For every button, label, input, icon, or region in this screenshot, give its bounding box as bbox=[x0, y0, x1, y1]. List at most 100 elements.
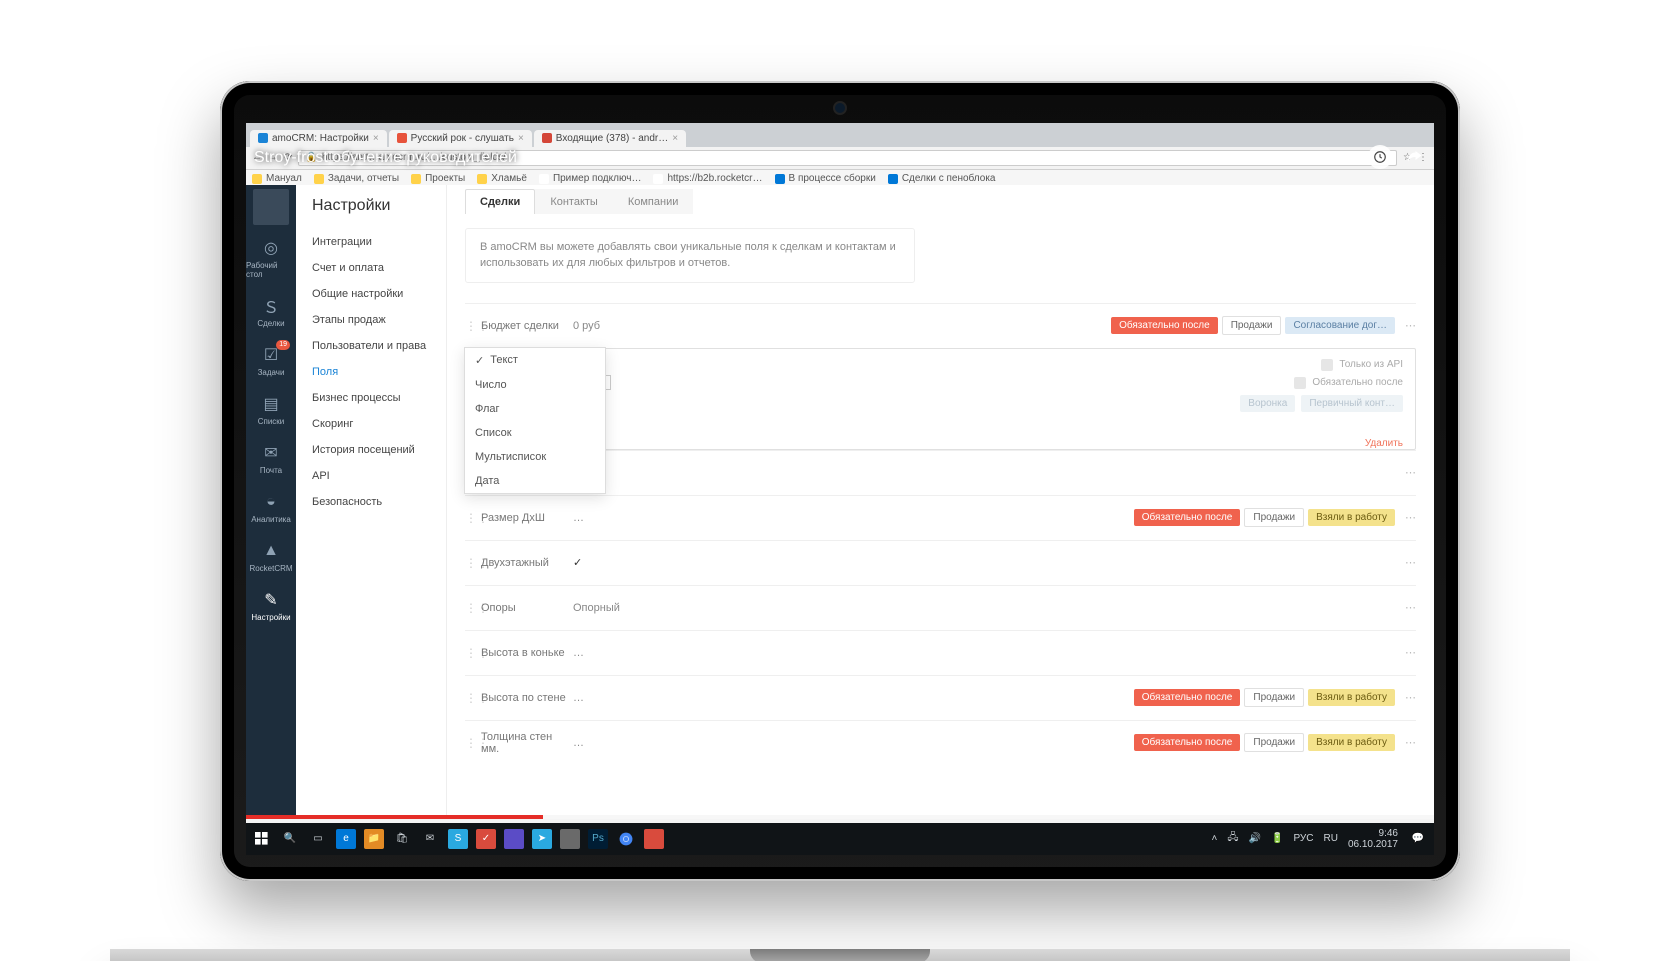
drag-handle-icon[interactable]: ⋮⋮ bbox=[465, 736, 481, 750]
edge-icon[interactable]: e bbox=[336, 829, 356, 849]
chip-funnel[interactable]: Продажи bbox=[1222, 316, 1282, 335]
browser-tab[interactable]: amoCRM: Настройки× bbox=[250, 130, 387, 147]
drag-handle-icon[interactable]: ⋮⋮ bbox=[465, 691, 481, 705]
chip-stage[interactable]: Взяли в работу bbox=[1308, 509, 1395, 526]
sidebar-item-billing[interactable]: Счет и оплата bbox=[296, 255, 446, 281]
toggle-api-only[interactable]: Только из API bbox=[1321, 359, 1403, 371]
share-button[interactable] bbox=[1402, 145, 1426, 169]
watch-later-button[interactable] bbox=[1368, 145, 1392, 169]
tab-contacts[interactable]: Контакты bbox=[535, 189, 613, 214]
field-row-editing[interactable]: ✓Текст Число Флаг Список Мультисписок Да… bbox=[465, 348, 1416, 450]
skype-icon[interactable]: S bbox=[448, 829, 468, 849]
drag-handle-icon[interactable]: ⋮⋮ bbox=[465, 319, 481, 333]
bookmark[interactable]: В процессе сборки bbox=[775, 173, 876, 184]
more-icon[interactable]: ⋯ bbox=[1405, 736, 1416, 749]
nav-item-tasks[interactable]: ☑Задачи19 bbox=[246, 336, 296, 385]
sidebar-item-users[interactable]: Пользователи и права bbox=[296, 333, 446, 359]
account-avatar[interactable] bbox=[253, 189, 289, 225]
more-icon[interactable]: ⋯ bbox=[1405, 556, 1416, 569]
nav-item-analytics[interactable]: ◒Аналитика bbox=[246, 483, 296, 532]
photoshop-icon[interactable]: Ps bbox=[588, 829, 608, 849]
bookmark[interactable]: Пример подключ… bbox=[539, 173, 642, 184]
store-icon[interactable]: 🛍 bbox=[392, 829, 412, 849]
field-row[interactable]: ⋮⋮ Толщина стен мм. … Обязательно после … bbox=[465, 720, 1416, 765]
volume-icon[interactable]: 🔊 bbox=[1249, 833, 1261, 844]
close-icon[interactable]: × bbox=[672, 133, 678, 144]
explorer-icon[interactable]: 📁 bbox=[364, 829, 384, 849]
field-row[interactable]: ⋮⋮ Опоры Опорный ⋯ bbox=[465, 585, 1416, 630]
mail-icon[interactable]: ✉ bbox=[420, 829, 440, 849]
more-icon[interactable]: ⋯ bbox=[1405, 646, 1416, 659]
chip-funnel[interactable]: Продажи bbox=[1244, 688, 1304, 707]
app-icon[interactable] bbox=[644, 829, 664, 849]
task-view-icon[interactable]: ▭ bbox=[308, 829, 328, 849]
chip-stage[interactable]: Взяли в работу bbox=[1308, 689, 1395, 706]
field-row[interactable]: ⋮⋮ Размер ДхШ … Обязательно после Продаж… bbox=[465, 495, 1416, 540]
lang-indicator[interactable]: РУС bbox=[1293, 833, 1313, 844]
sidebar-item-security[interactable]: Безопасность bbox=[296, 489, 446, 515]
bookmark[interactable]: Сделки с пеноблока bbox=[888, 173, 996, 184]
sidebar-item-history[interactable]: История посещений bbox=[296, 437, 446, 463]
bookmark[interactable]: https://b2b.rocketcr… bbox=[653, 173, 762, 184]
chip-required[interactable]: Обязательно после bbox=[1134, 689, 1241, 706]
app-icon[interactable] bbox=[560, 829, 580, 849]
dropdown-option[interactable]: ✓Текст bbox=[465, 348, 605, 373]
dropdown-option[interactable]: Список bbox=[465, 421, 605, 445]
field-row[interactable]: ⋮⋮ Высота по стене … Обязательно после П… bbox=[465, 675, 1416, 720]
chip-required[interactable]: Обязательно после bbox=[1134, 734, 1241, 751]
chip-stage[interactable]: Взяли в работу bbox=[1308, 734, 1395, 751]
bookmark[interactable]: Хламьё bbox=[477, 173, 527, 184]
clock[interactable]: 9:46 06.10.2017 bbox=[1348, 828, 1398, 850]
sidebar-item-api[interactable]: API bbox=[296, 463, 446, 489]
more-icon[interactable]: ⋯ bbox=[1405, 466, 1416, 479]
bookmark[interactable]: Проекты bbox=[411, 173, 465, 184]
drag-handle-icon[interactable]: ⋮⋮ bbox=[465, 601, 481, 615]
notification-icon[interactable]: 💬 bbox=[1408, 829, 1428, 849]
chip-required[interactable]: Обязательно после bbox=[1111, 317, 1218, 334]
toggle-required-after[interactable]: Обязательно после bbox=[1294, 377, 1403, 389]
more-icon[interactable]: ⋯ bbox=[1405, 601, 1416, 614]
dropdown-option[interactable]: Дата bbox=[465, 469, 605, 493]
sidebar-item-fields[interactable]: Поля bbox=[296, 359, 446, 385]
close-icon[interactable]: × bbox=[373, 133, 379, 144]
close-icon[interactable]: × bbox=[518, 133, 524, 144]
nav-item-mail[interactable]: ✉Почта bbox=[246, 434, 296, 483]
delete-link[interactable]: Удалить bbox=[1365, 438, 1403, 449]
kb-layout[interactable]: RU bbox=[1323, 833, 1337, 844]
chip-required[interactable]: Обязательно после bbox=[1134, 509, 1241, 526]
drag-handle-icon[interactable]: ⋮⋮ bbox=[465, 646, 481, 660]
sidebar-item-bp[interactable]: Бизнес процессы bbox=[296, 385, 446, 411]
more-icon[interactable]: ⋯ bbox=[1405, 511, 1416, 524]
field-row[interactable]: ⋮⋮ Высота в коньке … ⋯ bbox=[465, 630, 1416, 675]
sidebar-item-general[interactable]: Общие настройки bbox=[296, 281, 446, 307]
todoist-icon[interactable]: ✓ bbox=[476, 829, 496, 849]
dropdown-option[interactable]: Мультисписок bbox=[465, 445, 605, 469]
dropdown-option[interactable]: Число bbox=[465, 373, 605, 397]
chrome-icon[interactable] bbox=[616, 829, 636, 849]
dropdown-option[interactable]: Флаг bbox=[465, 397, 605, 421]
video-progress[interactable] bbox=[246, 815, 1434, 819]
chip-funnel[interactable]: Продажи bbox=[1244, 733, 1304, 752]
nav-item-desktop[interactable]: ◎Рабочий стол bbox=[246, 229, 296, 287]
type-dropdown[interactable]: ✓Текст Число Флаг Список Мультисписок Да… bbox=[464, 347, 606, 494]
nav-item-lists[interactable]: ▤Списки bbox=[246, 385, 296, 434]
sidebar-item-scoring[interactable]: Скоринг bbox=[296, 411, 446, 437]
telegram-icon[interactable]: ➤ bbox=[532, 829, 552, 849]
chip-stage[interactable]: Согласование дог… bbox=[1285, 317, 1395, 334]
tray-chevron-icon[interactable]: ˄ bbox=[1212, 833, 1218, 844]
nav-item-deals[interactable]: ＳСделки bbox=[246, 287, 296, 336]
search-icon[interactable]: 🔍 bbox=[280, 829, 300, 849]
drag-handle-icon[interactable]: ⋮⋮ bbox=[465, 556, 481, 570]
more-icon[interactable]: ⋯ bbox=[1405, 319, 1416, 332]
sidebar-item-integrations[interactable]: Интеграции bbox=[296, 229, 446, 255]
tab-companies[interactable]: Компании bbox=[613, 189, 694, 214]
bookmark[interactable]: Задачи, отчеты bbox=[314, 173, 399, 184]
nav-item-rocketcrm[interactable]: ▲RocketCRM bbox=[246, 532, 296, 581]
drag-handle-icon[interactable]: ⋮⋮ bbox=[465, 511, 481, 525]
network-icon[interactable]: 🖧 bbox=[1227, 830, 1238, 847]
more-icon[interactable]: ⋯ bbox=[1405, 691, 1416, 704]
field-row[interactable]: ⋮⋮ Бюджет сделки 0 руб Обязательно после… bbox=[465, 303, 1416, 348]
browser-tab[interactable]: Входящие (378) - andr…× bbox=[534, 130, 686, 147]
start-button[interactable] bbox=[252, 829, 272, 849]
nav-item-settings[interactable]: ✎Настройки bbox=[246, 581, 296, 630]
